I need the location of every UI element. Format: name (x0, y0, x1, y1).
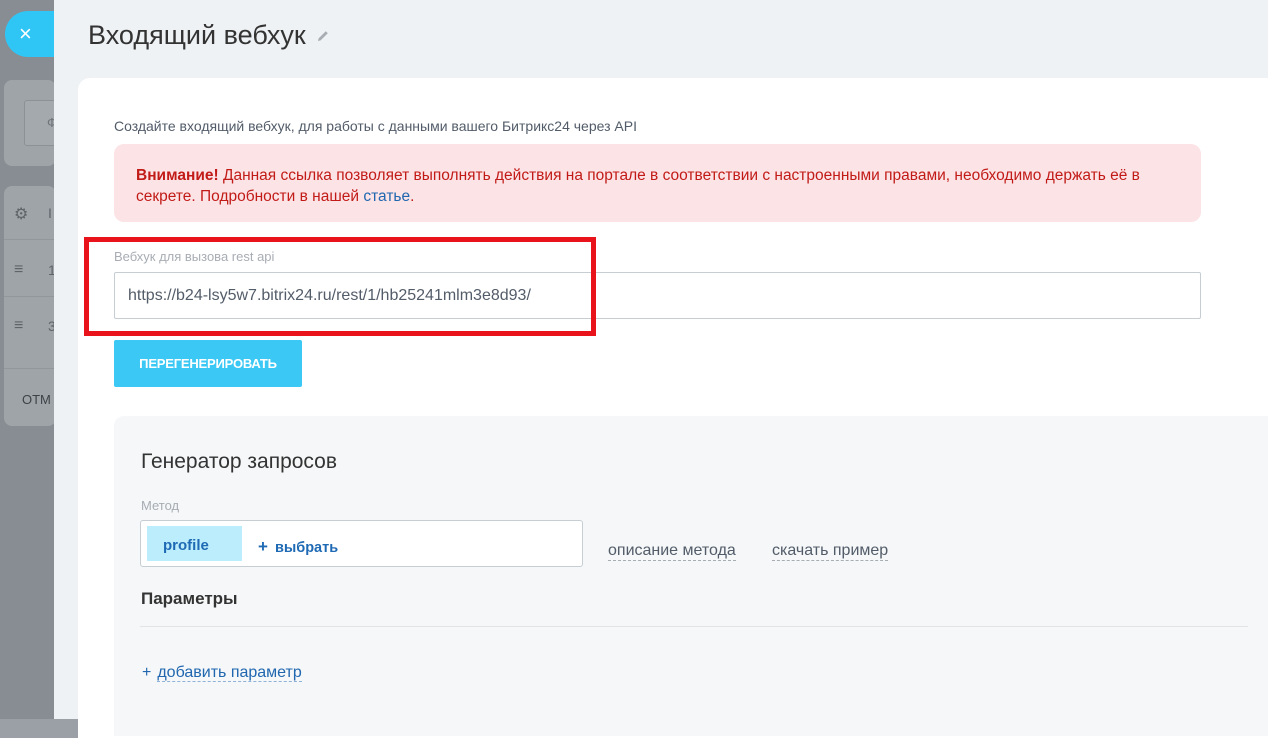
intro-text: Создайте входящий вебхук, для работы с д… (114, 118, 637, 134)
warning-bold: Внимание! (136, 167, 219, 184)
divider (140, 626, 1248, 627)
add-parameter-link[interactable]: + добавить параметр (142, 663, 302, 682)
warning-text: Данная ссылка позволяет выполнять действ… (136, 167, 1140, 205)
background-row: ≡ 3 (4, 299, 56, 369)
background-app: Ф ⚙ I ≡ 1 ≡ 3 ОТМ (0, 0, 64, 719)
close-slider-button[interactable]: × (5, 11, 61, 57)
background-button-text: ОТМ (22, 392, 51, 407)
method-selector: profile + выбрать (140, 520, 583, 567)
background-list-card: ⚙ I ≡ 1 ≡ 3 (4, 186, 56, 426)
plus-icon: + (258, 537, 268, 556)
page-title-text: Входящий вебхук (88, 20, 306, 50)
generator-title: Генератор запросов (141, 450, 338, 473)
background-row: ⚙ I (4, 186, 56, 240)
gear-icon: ⚙ (14, 206, 29, 223)
request-generator: Генератор запросов Метод profile + выбрат… (114, 416, 1268, 736)
background-filter-card: Ф (4, 80, 64, 166)
method-label: Метод (141, 498, 180, 513)
regenerate-button[interactable]: ПЕРЕГЕНЕРИРОВАТЬ (114, 340, 302, 387)
params-title: Параметры (141, 589, 238, 608)
choose-method-link[interactable]: + выбрать (258, 537, 338, 557)
webhook-slider: Входящий вебхук Создайте входящий вебхук… (54, 0, 1268, 738)
page-title: Входящий вебхук (88, 20, 330, 51)
download-example-link[interactable]: скачать пример (772, 541, 889, 561)
method-tag[interactable]: profile (147, 526, 242, 561)
method-description-link[interactable]: описание метода (608, 541, 736, 561)
article-link[interactable]: статье (363, 188, 410, 205)
close-icon: × (19, 21, 32, 46)
plus-icon: + (142, 664, 152, 681)
background-row: ≡ 1 (4, 243, 56, 297)
menu-icon: ≡ (14, 261, 24, 278)
webhook-url-input[interactable] (114, 272, 1201, 319)
webhook-field-label: Вебхук для вызова rest api (114, 249, 275, 264)
pencil-icon[interactable] (316, 29, 330, 43)
menu-icon: ≡ (14, 317, 24, 334)
content-card: Создайте входящий вебхук, для работы с д… (78, 78, 1268, 738)
warning-alert: Внимание! Данная ссылка позволяет выполн… (114, 144, 1201, 222)
